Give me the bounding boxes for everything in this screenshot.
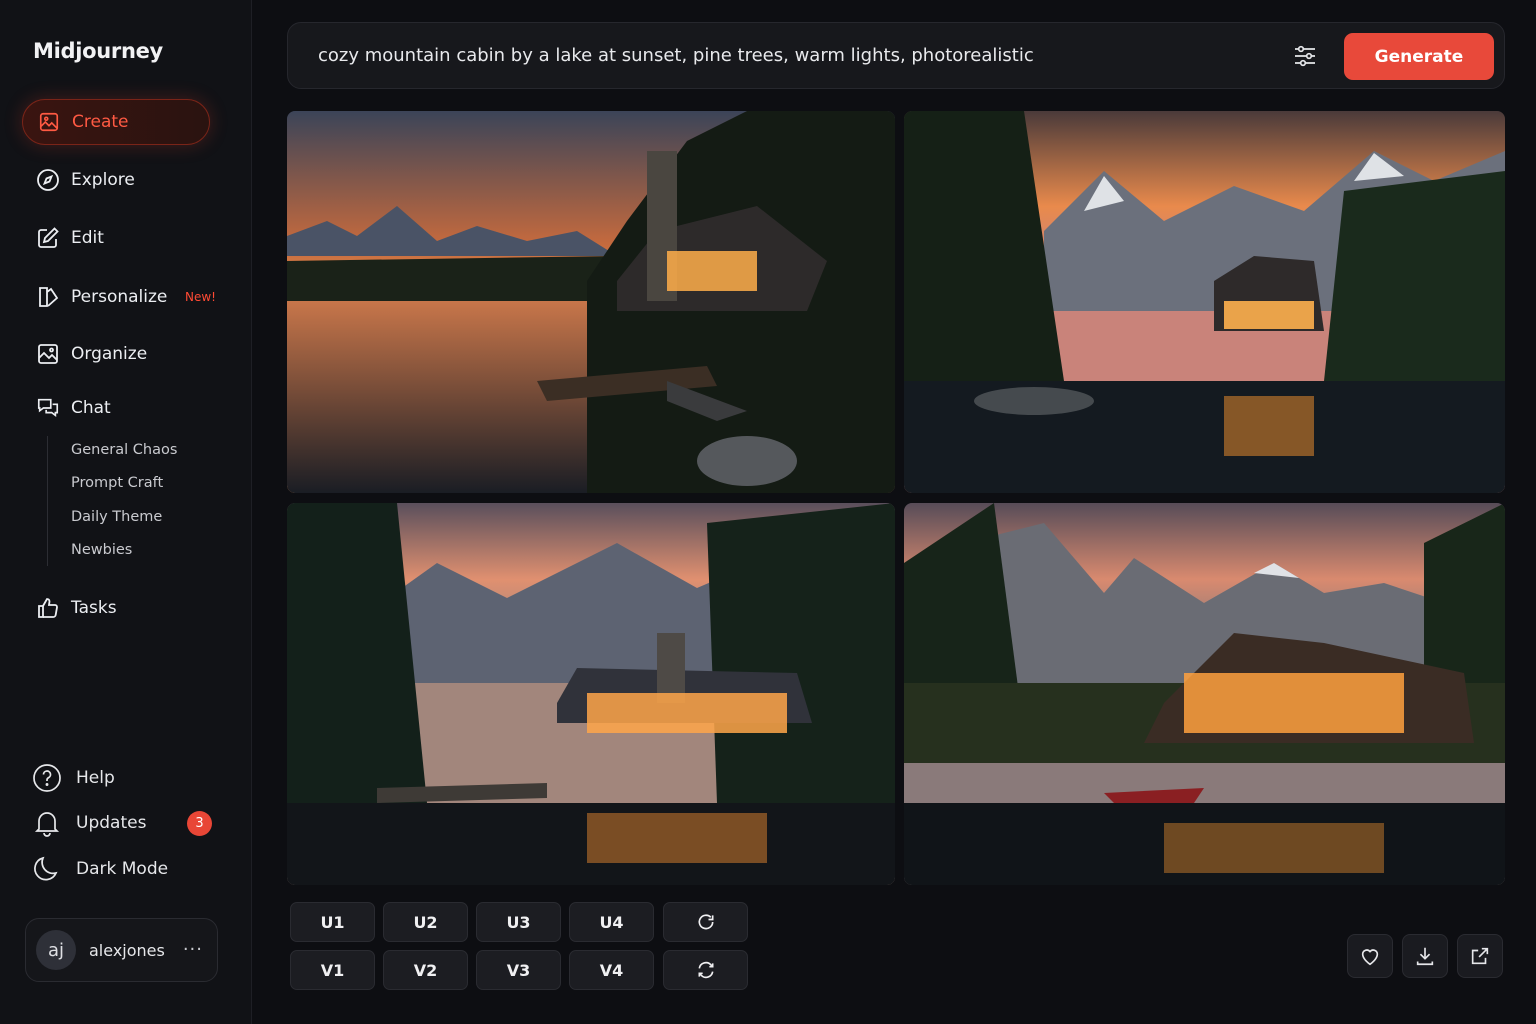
nav-create-label: Create	[72, 112, 129, 132]
download-button[interactable]	[1402, 934, 1448, 978]
heart-icon	[1361, 949, 1379, 966]
nav-chat[interactable]: Chat	[22, 385, 210, 431]
updates-count-badge: 3	[187, 811, 212, 836]
generated-image-4[interactable]	[904, 503, 1505, 885]
help-label: Help	[76, 768, 115, 788]
nav-tasks[interactable]: Tasks	[22, 585, 210, 631]
nav-organize-label: Organize	[71, 344, 148, 364]
generate-button[interactable]: Generate	[1344, 33, 1494, 80]
generated-image-1[interactable]	[287, 111, 895, 493]
nav-personalize[interactable]: Personalize New!	[22, 274, 216, 320]
compass-icon	[36, 168, 60, 192]
upscale-2-button[interactable]: U2	[383, 902, 468, 942]
nav-chat-label: Chat	[71, 398, 111, 418]
image-icon	[37, 110, 61, 134]
refresh-icon	[698, 914, 713, 930]
cycle-icon	[698, 961, 713, 979]
updates-link[interactable]: Updates	[32, 808, 146, 838]
gallery-icon	[36, 342, 60, 366]
sidebar: Midjourney Create Explore Edit Personali…	[0, 0, 252, 1024]
reroll-button[interactable]	[663, 902, 748, 942]
nav-edit[interactable]: Edit	[22, 215, 210, 261]
upscale-1-button[interactable]: U1	[290, 902, 375, 942]
settings-sliders-icon[interactable]	[1291, 42, 1319, 70]
avatar: aj	[36, 930, 76, 970]
download-icon	[1416, 947, 1434, 966]
moon-icon	[32, 854, 62, 884]
chat-channel[interactable]: Newbies	[71, 542, 132, 558]
chat-icon	[36, 396, 60, 420]
new-badge: New!	[185, 290, 216, 304]
upscale-4-button[interactable]: U4	[569, 902, 654, 942]
chat-channel[interactable]: Daily Theme	[71, 509, 162, 525]
chat-channel-line	[47, 436, 48, 566]
help-icon	[32, 763, 62, 793]
help-link[interactable]: Help	[32, 763, 115, 793]
username: alexjones	[89, 940, 165, 960]
variation-2-button[interactable]: V2	[383, 950, 468, 990]
variation-1-button[interactable]: V1	[290, 950, 375, 990]
chat-channel[interactable]: General Chaos	[71, 442, 177, 458]
personalize-icon	[36, 285, 60, 309]
bell-icon	[32, 808, 62, 838]
variation-3-button[interactable]: V3	[476, 950, 561, 990]
dark-mode-toggle[interactable]: Dark Mode	[32, 854, 168, 884]
nav-create[interactable]: Create	[22, 99, 210, 145]
nav-edit-label: Edit	[71, 228, 104, 248]
open-external-button[interactable]	[1457, 934, 1503, 978]
dark-mode-label: Dark Mode	[76, 859, 169, 879]
variation-4-button[interactable]: V4	[569, 950, 654, 990]
favorite-button[interactable]	[1347, 934, 1393, 978]
nav-personalize-label: Personalize	[71, 287, 168, 307]
edit-icon	[36, 226, 60, 250]
generated-image-3[interactable]	[287, 503, 895, 885]
upscale-3-button[interactable]: U3	[476, 902, 561, 942]
more-options-icon[interactable]: ···	[183, 939, 203, 960]
prompt-input[interactable]: cozy mountain cabin by a lake at sunset,…	[318, 45, 1034, 66]
external-link-icon	[1471, 947, 1489, 965]
updates-label: Updates	[76, 813, 147, 833]
app-logo[interactable]: Midjourney	[33, 39, 163, 63]
remix-button[interactable]	[663, 950, 748, 990]
thumbs-up-icon	[36, 596, 60, 620]
chat-channel[interactable]: Prompt Craft	[71, 475, 163, 491]
generated-image-2[interactable]	[904, 111, 1505, 493]
nav-explore-label: Explore	[71, 170, 135, 190]
nav-explore[interactable]: Explore	[22, 157, 210, 203]
nav-tasks-label: Tasks	[71, 598, 117, 618]
prompt-bar: cozy mountain cabin by a lake at sunset,…	[287, 22, 1505, 89]
nav-organize[interactable]: Organize	[22, 331, 210, 377]
user-card[interactable]: aj alexjones ···	[25, 918, 218, 982]
